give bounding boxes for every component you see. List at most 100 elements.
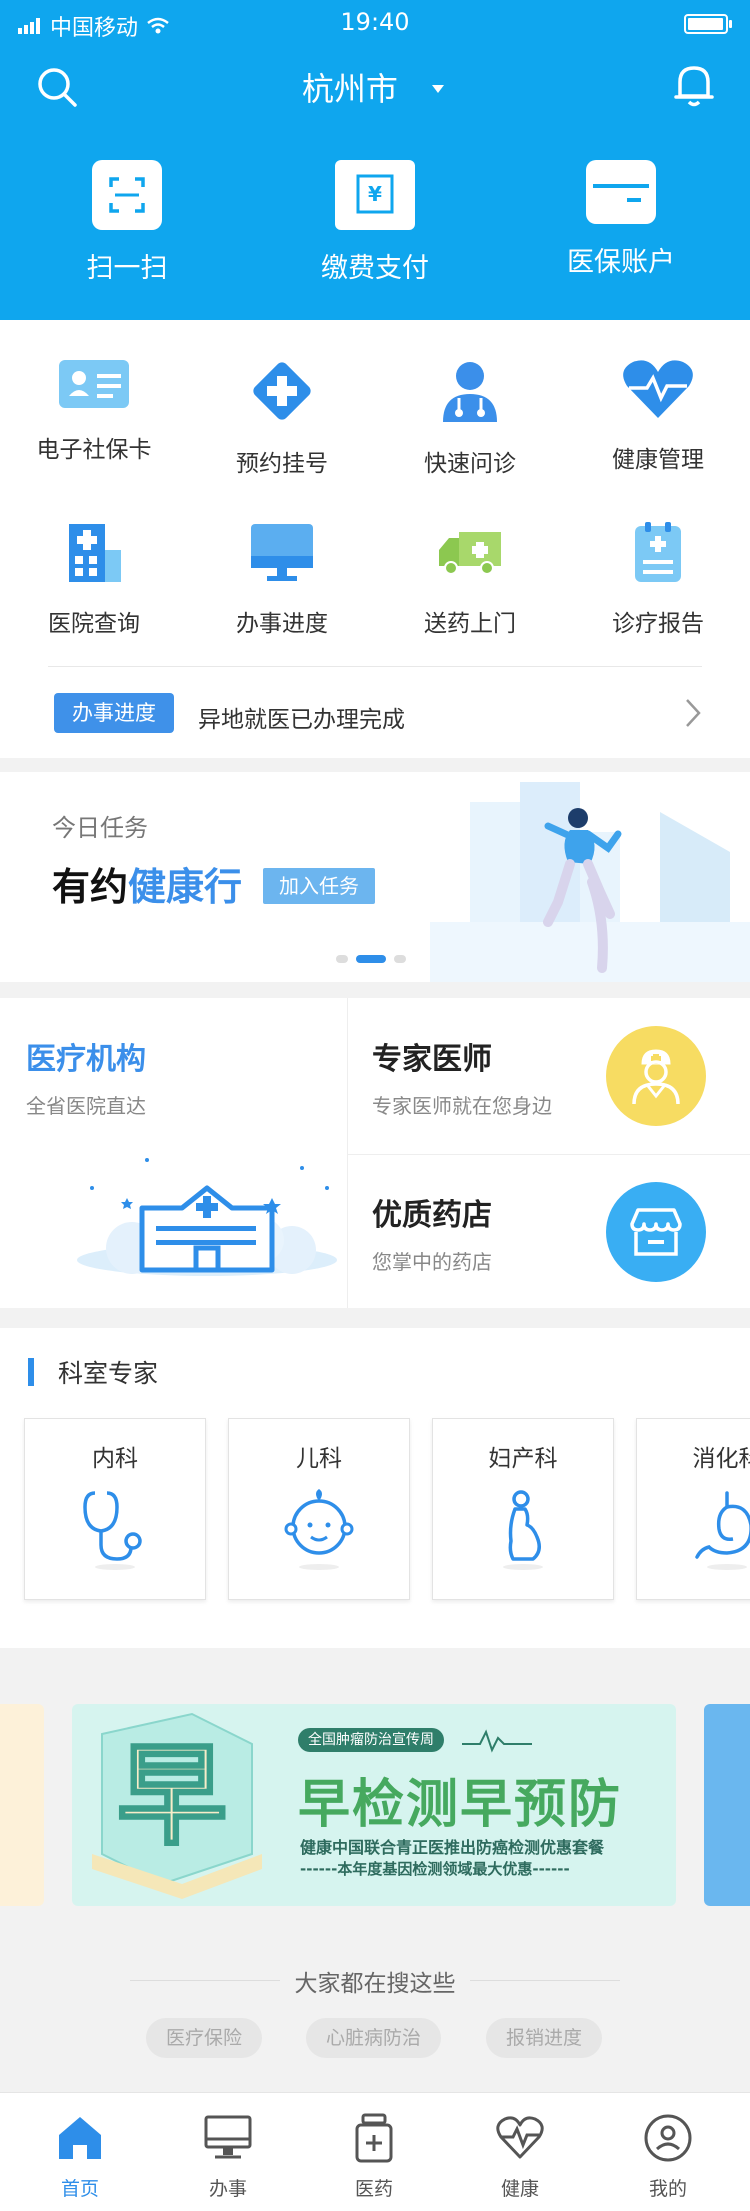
notice-text: 异地就医已办理完成	[198, 707, 405, 733]
grid-label: 快速问诊	[424, 451, 516, 477]
doctor-icon	[443, 362, 497, 422]
dept-card-internal[interactable]: 内科	[24, 1418, 206, 1600]
grid-label: 电子社保卡	[36, 437, 152, 463]
card-icon	[586, 160, 656, 224]
chevron-right-icon	[686, 699, 701, 727]
banner-headline: 早检测早预防	[298, 1775, 623, 1835]
scan-label: 扫一扫	[86, 253, 168, 284]
grid-item-social-card[interactable]: 电子社保卡	[0, 356, 188, 464]
notice-tag: 办事进度	[54, 693, 174, 733]
heart-pulse-icon	[496, 2116, 544, 2159]
banner-glyph: 早	[117, 1732, 227, 1860]
task-subtitle: 今日任务	[52, 814, 148, 842]
tab-medicine[interactable]: 医药	[314, 2113, 434, 2201]
header: 中国移动 19:40 杭州市 扫一扫 ¥ 缴费支付 医保账户	[0, 0, 750, 320]
grid-item-health[interactable]: 健康管理	[564, 356, 750, 474]
today-task-card[interactable]: 今日任务 有约健康行 加入任务	[0, 772, 750, 982]
banner-carousel: 早 全国肿瘤防治宣传周 早检测早预防 健康中国联合青正医推出防癌检测优惠套餐 -…	[0, 1660, 750, 1940]
search-chip[interactable]: 心脏病防治	[306, 2018, 442, 2058]
bell-icon[interactable]	[672, 62, 716, 108]
dept-label: 儿科	[296, 1446, 342, 1472]
clock: 19:40	[340, 8, 410, 36]
task-title-part2: 健康行	[128, 865, 243, 909]
carousel-dot-active	[356, 955, 386, 963]
join-task-button[interactable]: 加入任务	[263, 868, 375, 904]
tab-label: 健康	[500, 2178, 539, 2200]
tab-bar: 首页 办事 医药 健康 我的	[0, 2092, 750, 2211]
grid-label: 送药上门	[424, 611, 516, 637]
grid-label: 预约挂号	[236, 451, 328, 477]
notice-bar[interactable]: 办事进度 异地就医已办理完成	[48, 666, 702, 759]
section-accent-bar	[28, 1358, 34, 1386]
grid-item-appointment[interactable]: 预约挂号	[188, 356, 376, 478]
promo-banner[interactable]: 早 全国肿瘤防治宣传周 早检测早预防 健康中国联合青正医推出防癌检测优惠套餐 -…	[72, 1704, 676, 1906]
dept-card-obstetrics[interactable]: 妇产科	[432, 1418, 614, 1600]
banner-illustration: 早	[92, 1712, 262, 1899]
divider	[347, 998, 348, 1308]
grid-label: 健康管理	[612, 447, 704, 473]
tab-label: 我的	[648, 2178, 687, 2200]
hospital-illustration	[77, 1158, 337, 1276]
city-selector[interactable]: 杭州市	[0, 64, 750, 110]
service-grid: 电子社保卡 预约挂号 快速问诊 健康管理 医院查询 办事进度 送药上门 诊疗报告…	[0, 320, 750, 758]
banner-next-peek[interactable]	[704, 1704, 750, 1906]
grid-item-delivery[interactable]: 送药上门	[376, 520, 564, 638]
medical-institution-title: 医疗机构	[26, 1042, 146, 1077]
dept-card-digestive[interactable]: 消化科	[636, 1418, 750, 1600]
department-section: 科室专家 内科 儿科 妇产科 消化科	[0, 1328, 750, 1648]
expert-doctor-subtitle: 专家医师就在您身边	[372, 1094, 552, 1118]
grid-item-progress[interactable]: 办事进度	[188, 520, 376, 638]
banner-pill: 全国肿瘤防治宣传周	[298, 1728, 444, 1752]
hospital-building-icon	[69, 524, 121, 582]
stomach-icon	[695, 1491, 750, 1570]
pregnant-icon	[503, 1490, 543, 1570]
battery-icon	[684, 14, 732, 34]
divider	[348, 1154, 750, 1155]
task-title: 有约健康行	[52, 856, 242, 911]
truck-icon	[439, 532, 501, 575]
insurance-account-button[interactable]: 医保账户	[526, 160, 716, 279]
stethoscope-icon	[83, 1491, 142, 1570]
tab-home[interactable]: 首页	[20, 2113, 140, 2201]
payment-button[interactable]: ¥ 缴费支付	[280, 160, 470, 285]
tab-health[interactable]: 健康	[460, 2113, 580, 2201]
carousel-dots	[336, 955, 406, 963]
carousel-dot	[336, 955, 348, 963]
scan-button[interactable]: 扫一扫	[32, 160, 222, 285]
tab-label: 医药	[354, 2178, 393, 2200]
grid-label: 诊疗报告	[612, 611, 704, 637]
profile-icon	[644, 2114, 692, 2162]
heartbeat-icon	[462, 1729, 532, 1753]
section-title: 科室专家	[58, 1359, 159, 1388]
insurance-account-label: 医保账户	[567, 247, 675, 278]
home-icon	[59, 2117, 101, 2159]
dropdown-arrow-icon	[432, 85, 445, 93]
dept-card-pediatrics[interactable]: 儿科	[228, 1418, 410, 1600]
baby-icon	[284, 1489, 354, 1570]
payment-icon: ¥	[335, 160, 415, 230]
grid-label: 医院查询	[48, 611, 140, 637]
carousel-dot	[394, 955, 406, 963]
dept-label: 妇产科	[488, 1446, 558, 1472]
grid-item-report[interactable]: 诊疗报告	[564, 520, 750, 638]
medicine-bottle-icon	[355, 2113, 393, 2163]
search-chip[interactable]: 报销进度	[486, 2018, 603, 2058]
runner-illustration	[430, 782, 750, 982]
pharmacy-subtitle: 您掌中的药店	[372, 1250, 492, 1274]
scan-icon	[92, 160, 162, 230]
hot-search-title: 大家都在搜这些	[294, 1971, 456, 1997]
banner-prev-peek[interactable]	[0, 1704, 44, 1906]
tab-affairs[interactable]: 办事	[168, 2113, 288, 2201]
search-chip[interactable]: 医疗保险	[146, 2018, 263, 2058]
grid-item-hospital[interactable]: 医院查询	[0, 520, 188, 638]
nurse-icon	[606, 1026, 706, 1126]
cross-icon	[253, 362, 311, 420]
tab-label: 首页	[60, 2178, 99, 2200]
report-icon	[635, 522, 681, 582]
tab-mine[interactable]: 我的	[608, 2113, 728, 2201]
grid-item-consult[interactable]: 快速问诊	[376, 356, 564, 478]
payment-label: 缴费支付	[321, 253, 429, 284]
expert-doctor-title: 专家医师	[372, 1042, 492, 1077]
pharmacy-title: 优质药店	[372, 1198, 492, 1233]
status-bar: 中国移动 19:40	[0, 0, 750, 48]
